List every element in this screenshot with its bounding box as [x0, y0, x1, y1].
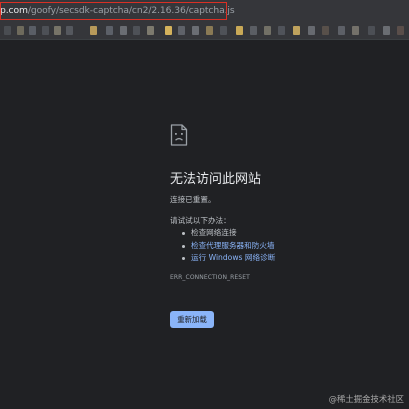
bookmark-favicon[interactable]	[206, 26, 213, 35]
bookmark-favicon[interactable]	[236, 26, 243, 35]
bookmark-favicon[interactable]	[192, 26, 199, 35]
bookmark-favicon[interactable]	[322, 26, 329, 35]
bookmark-favicon[interactable]	[120, 26, 127, 35]
bookmark-favicon[interactable]	[165, 26, 172, 35]
bookmark-favicon[interactable]	[264, 26, 271, 35]
bookmark-favicon[interactable]	[42, 26, 49, 35]
bookmark-favicon[interactable]	[278, 26, 285, 35]
bookmark-favicon[interactable]	[66, 26, 73, 35]
bookmark-favicon[interactable]	[383, 26, 390, 35]
watermark: @稀土掘金技术社区	[328, 394, 404, 404]
error-subtitle: 连接已重置。	[170, 195, 216, 204]
suggestions-label: 请试试以下办法：	[170, 216, 231, 225]
bookmark-favicon[interactable]	[90, 26, 97, 35]
bookmark-favicon[interactable]	[106, 26, 113, 35]
suggestion-check-proxy-link[interactable]: 检查代理服务器和防火墙	[180, 240, 275, 253]
error-page: 无法访问此网站 连接已重置。 请试试以下办法： 检查网络连接 检查代理服务器和防…	[0, 40, 409, 409]
error-code: ERR_CONNECTION_RESET	[170, 274, 250, 281]
bookmark-favicon[interactable]	[133, 26, 140, 35]
bookmark-favicon[interactable]	[293, 26, 300, 35]
bookmark-favicon[interactable]	[17, 26, 24, 35]
bookmark-favicon[interactable]	[352, 26, 359, 35]
bookmark-favicon[interactable]	[397, 26, 404, 35]
url-host: p.com	[0, 5, 28, 16]
url-path: /goofy/secsdk-captcha/cn2/2.16.36/captch…	[27, 5, 235, 16]
bookmark-favicon[interactable]	[338, 26, 345, 35]
url-text[interactable]: p.com/goofy/secsdk-captcha/cn2/2.16.36/c…	[0, 4, 235, 18]
suggestion-check-network: 检查网络连接	[180, 227, 275, 240]
bookmark-favicon[interactable]	[220, 26, 227, 35]
bookmark-favicon[interactable]	[250, 26, 257, 35]
bookmark-favicon[interactable]	[4, 26, 11, 35]
bookmark-favicon[interactable]	[308, 26, 315, 35]
page-title: 无法访问此网站	[170, 172, 262, 187]
bookmark-favicon[interactable]	[29, 26, 36, 35]
suggestion-list: 检查网络连接 检查代理服务器和防火墙 运行 Windows 网络诊断	[180, 227, 275, 265]
bookmark-favicon[interactable]	[54, 26, 61, 35]
suggestion-windows-diagnostics-link[interactable]: 运行 Windows 网络诊断	[180, 252, 275, 265]
bookmark-favicon[interactable]	[178, 26, 185, 35]
bookmarks-bar	[0, 22, 409, 40]
bookmark-favicon[interactable]	[147, 26, 154, 35]
bookmark-favicon[interactable]	[368, 26, 375, 35]
sad-page-icon	[170, 124, 188, 146]
address-bar[interactable]: p.com/goofy/secsdk-captcha/cn2/2.16.36/c…	[0, 0, 409, 22]
reload-button[interactable]: 重新加载	[170, 311, 214, 328]
